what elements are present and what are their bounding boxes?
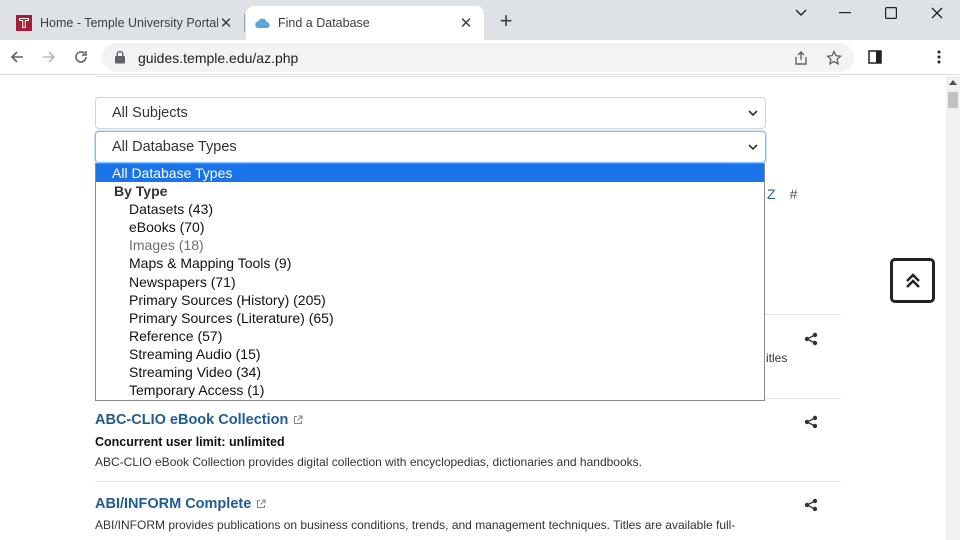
external-link-icon [294, 415, 303, 425]
new-tab-button[interactable]: + [494, 8, 518, 33]
cloud-icon [254, 15, 270, 31]
az-letter-hash[interactable]: # [790, 186, 798, 202]
scroll-up-arrow-icon[interactable] [949, 80, 957, 85]
dropdown-option-selected[interactable]: All Database Types [96, 164, 764, 183]
dropdown-option-datasets[interactable]: Datasets (43) [96, 200, 764, 218]
dropdown-option-primary-literature[interactable]: Primary Sources (Literature) (65) [96, 309, 764, 327]
tab-strip: Home - Temple University Portal ✕ Find a… [0, 0, 960, 40]
tab-title: Home - Temple University Portal [40, 16, 218, 30]
tab-temple-portal[interactable]: Home - Temple University Portal ✕ [8, 6, 244, 40]
back-to-top-button[interactable] [890, 258, 935, 303]
dropdown-option-streaming-video[interactable]: Streaming Video (34) [96, 363, 764, 381]
back-arrow-icon[interactable] [4, 44, 30, 70]
reload-icon[interactable] [68, 44, 94, 70]
tab-separator [244, 14, 245, 32]
database-title[interactable]: ABC-CLIO eBook Collection [95, 412, 288, 428]
address-bar[interactable]: guides.temple.edu/az.php [102, 43, 854, 72]
database-description: ABI/INFORM provides publications on busi… [95, 518, 736, 532]
description-overflow-text: itles [766, 351, 788, 365]
bookmark-star-icon[interactable] [825, 49, 843, 67]
double-chevron-up-icon [905, 272, 920, 288]
browser-toolbar: guides.temple.edu/az.php [0, 40, 960, 75]
chevron-down-icon [748, 144, 758, 151]
temple-logo-icon [16, 15, 32, 31]
tab-title: Find a Database [278, 16, 370, 30]
dropdown-group-label: By Type [114, 183, 168, 200]
subjects-select[interactable]: All Subjects [95, 97, 766, 129]
dropdown-option-maps[interactable]: Maps & Mapping Tools (9) [96, 254, 764, 272]
az-letter-z[interactable]: Z [767, 186, 776, 202]
divider [95, 481, 841, 482]
database-title[interactable]: ABI/INFORM Complete [95, 496, 251, 512]
dropdown-option-images[interactable]: Images (18) [96, 236, 764, 254]
dropdown-option-reference[interactable]: Reference (57) [96, 327, 764, 345]
maximize-icon[interactable] [868, 0, 914, 26]
share-page-icon[interactable] [792, 49, 810, 67]
dropdown-option-ebooks[interactable]: eBooks (70) [96, 218, 764, 236]
share-icon[interactable] [804, 498, 818, 512]
dropdown-option-temporary-access[interactable]: Temporary Access (1) [96, 381, 764, 399]
menu-kebab-icon[interactable] [926, 44, 952, 70]
database-link[interactable]: ABI/INFORM Complete [95, 496, 266, 512]
page-content: All Subjects All Database Types Z # itles… [0, 76, 946, 540]
divider [95, 76, 841, 77]
database-description: ABC-CLIO eBook Collection provides digit… [95, 455, 642, 469]
database-link[interactable]: ABC-CLIO eBook Collection [95, 412, 303, 428]
database-access-note: Concurrent user limit: unlimited [95, 435, 285, 449]
scrollbar-thumb[interactable] [948, 92, 958, 108]
minimize-icon[interactable] [822, 0, 868, 26]
side-panel-icon[interactable] [862, 44, 888, 70]
chevron-down-icon [748, 110, 758, 117]
lock-icon[interactable] [114, 50, 126, 69]
database-types-dropdown-list: All Database Types By Type Datasets (43)… [95, 163, 765, 401]
close-window-icon[interactable] [914, 0, 960, 26]
tab-search-icon[interactable] [778, 0, 824, 26]
dropdown-option-newspapers[interactable]: Newspapers (71) [96, 273, 764, 291]
url-text: guides.temple.edu/az.php [138, 50, 299, 66]
share-icon[interactable] [804, 415, 818, 429]
subjects-select-value: All Subjects [112, 105, 188, 121]
close-tab-icon[interactable]: ✕ [458, 15, 474, 32]
close-tab-icon[interactable]: ✕ [218, 15, 234, 32]
page-scrollbar[interactable] [946, 76, 960, 540]
az-index: Z # [767, 186, 811, 202]
types-select-value: All Database Types [112, 139, 237, 155]
tab-find-database[interactable]: Find a Database ✕ [246, 6, 484, 40]
database-types-select[interactable]: All Database Types [95, 131, 766, 163]
forward-arrow-icon[interactable] [36, 44, 62, 70]
external-link-icon [257, 499, 266, 509]
dropdown-option-primary-history[interactable]: Primary Sources (History) (205) [96, 291, 764, 309]
dropdown-option-streaming-audio[interactable]: Streaming Audio (15) [96, 345, 764, 363]
share-icon[interactable] [804, 332, 818, 346]
